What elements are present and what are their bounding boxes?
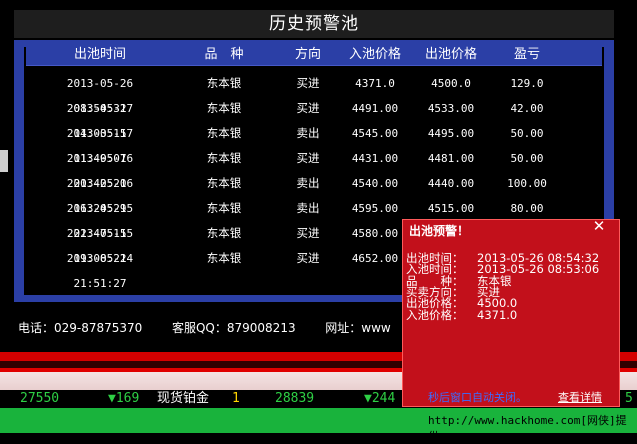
contact-line: 电话：029-87875370 客服QQ：879008213 网址：www <box>18 318 391 338</box>
cell-entry-price: 4431.00 <box>351 152 399 165</box>
cell-product: 东本银 <box>206 251 242 265</box>
ticker-tail: 5 <box>625 391 633 406</box>
cell-entry-price: 4545.00 <box>351 127 399 140</box>
header-exit-time[interactable]: 出池时间 <box>40 45 160 65</box>
cell-product: 东本银 <box>206 176 242 190</box>
close-icon[interactable]: ✕ <box>590 217 608 235</box>
cell-exit-price: 4495.00 <box>427 127 475 140</box>
contact-qq: 客服QQ：879008213 <box>171 321 296 335</box>
auto-close-notice: 秒后窗口自动关闭。 <box>428 391 527 404</box>
ticker-product[interactable]: 现货铂金 <box>157 390 209 408</box>
cell-product: 东本银 <box>206 201 242 215</box>
side-handle[interactable] <box>0 150 8 172</box>
cell-exit-time: 2013-05-16 20:42:20 <box>66 152 134 190</box>
cell-entry-price: 4371.0 <box>355 77 395 90</box>
contact-website[interactable]: 网址：www <box>325 321 390 335</box>
cell-entry-price: 4580.00 <box>351 227 399 240</box>
cell-direction: 卖出 <box>296 126 320 140</box>
cell-product: 东本银 <box>206 76 242 90</box>
table-header: 出池时间 品 种 方向 入池价格 出池价格 盈亏 <box>26 45 602 66</box>
cell-exit-price: 4481.00 <box>427 152 475 165</box>
cell-profit: 100.00 <box>507 177 547 190</box>
cell-exit-price: 4515.00 <box>427 202 475 215</box>
cell-entry-price: 4652.00 <box>351 252 399 265</box>
popup-detail-label: 入池价格： <box>406 307 464 322</box>
table-row[interactable]: 2013-05-17 11:49:07 东本银 卖出 4545.00 4495.00 50… <box>26 121 602 165</box>
cell-product: 东本银 <box>206 151 242 165</box>
cell-direction: 买进 <box>296 251 320 265</box>
cell-exit-price: 4533.00 <box>427 102 475 115</box>
ticker-volume: 1 <box>232 391 240 406</box>
cell-direction: 买进 <box>296 76 320 90</box>
cell-exit-time: 2013-05-15 19:08:22 <box>66 227 134 265</box>
cell-profit: 50.00 <box>510 127 544 140</box>
cell-exit-time: 2013-05-16 16:24:29 <box>66 177 134 215</box>
header-product[interactable]: 品 种 <box>176 45 272 65</box>
cell-profit: 50.00 <box>510 152 544 165</box>
header-exit-price[interactable]: 出池价格 <box>416 45 486 65</box>
window-title: 历史预警池 <box>14 10 614 38</box>
popup-title: 出池预警！ <box>409 224 470 238</box>
ticker-price: 27550 <box>20 391 60 406</box>
cell-direction: 买进 <box>296 151 320 165</box>
cell-product: 东本银 <box>206 226 242 240</box>
cell-entry-price: 4491.00 <box>351 102 399 115</box>
cell-exit-price: 4500.0 <box>431 77 471 90</box>
table-row[interactable]: 2013-05-15 22:47:15 东本银 卖出 4595.00 4515.00 80… <box>26 196 602 240</box>
ticker-change: ▼169 <box>108 391 140 406</box>
popup-detail-line: 入池价格： 4371.0 <box>406 309 517 321</box>
cell-product: 东本银 <box>206 126 242 140</box>
ticker-price-2: 28839 <box>275 391 315 406</box>
table-row[interactable]: 2013-05-16 20:42:20 东本银 买进 4431.00 4481.00 50… <box>26 146 602 190</box>
view-details-link[interactable]: 查看详情 <box>558 389 602 405</box>
table-row[interactable]: 2013-05-16 16:24:29 东本银 卖出 4540.00 4440.00 10… <box>26 171 602 215</box>
cell-direction: 卖出 <box>296 201 320 215</box>
popup-detail-value: 4371.0 <box>477 307 518 322</box>
cell-entry-price: 4595.00 <box>351 202 399 215</box>
cell-exit-time: 2013-05-15 22:47:15 <box>66 202 134 240</box>
header-entry-price[interactable]: 入池价格 <box>340 45 410 65</box>
watermark: http://www.hackhome.com[网侠]提供 <box>428 414 627 443</box>
cell-entry-price: 4540.00 <box>351 177 399 190</box>
ticker-change-2: ▼244 <box>364 391 396 406</box>
cell-exit-time: 2013-05-17 11:49:07 <box>66 127 134 165</box>
table-row[interactable]: 2013-05-26 08:54:32 东本银 买进 4371.0 4500.0 129.… <box>26 71 602 115</box>
cell-profit: 129.0 <box>510 77 544 90</box>
contact-phone: 电话：029-87875370 <box>18 321 143 335</box>
header-direction[interactable]: 方向 <box>282 45 334 65</box>
cell-exit-time: 2013-05-26 08:54:32 <box>66 77 134 115</box>
cell-exit-price: 4440.00 <box>427 177 475 190</box>
cell-direction: 买进 <box>296 226 320 240</box>
table-row[interactable]: 2013-05-17 14:03:15 东本银 买进 4491.00 4533.00 42… <box>26 96 602 140</box>
cell-direction: 买进 <box>296 101 320 115</box>
cell-product: 东本银 <box>206 101 242 115</box>
cell-direction: 卖出 <box>296 176 320 190</box>
cell-exit-time: 2013-05-14 21:51:27 <box>66 252 134 290</box>
header-profit[interactable]: 盈亏 <box>502 45 552 65</box>
cell-profit: 42.00 <box>510 102 544 115</box>
cell-profit: 80.00 <box>510 202 544 215</box>
cell-exit-time: 2013-05-17 14:03:15 <box>66 102 134 140</box>
